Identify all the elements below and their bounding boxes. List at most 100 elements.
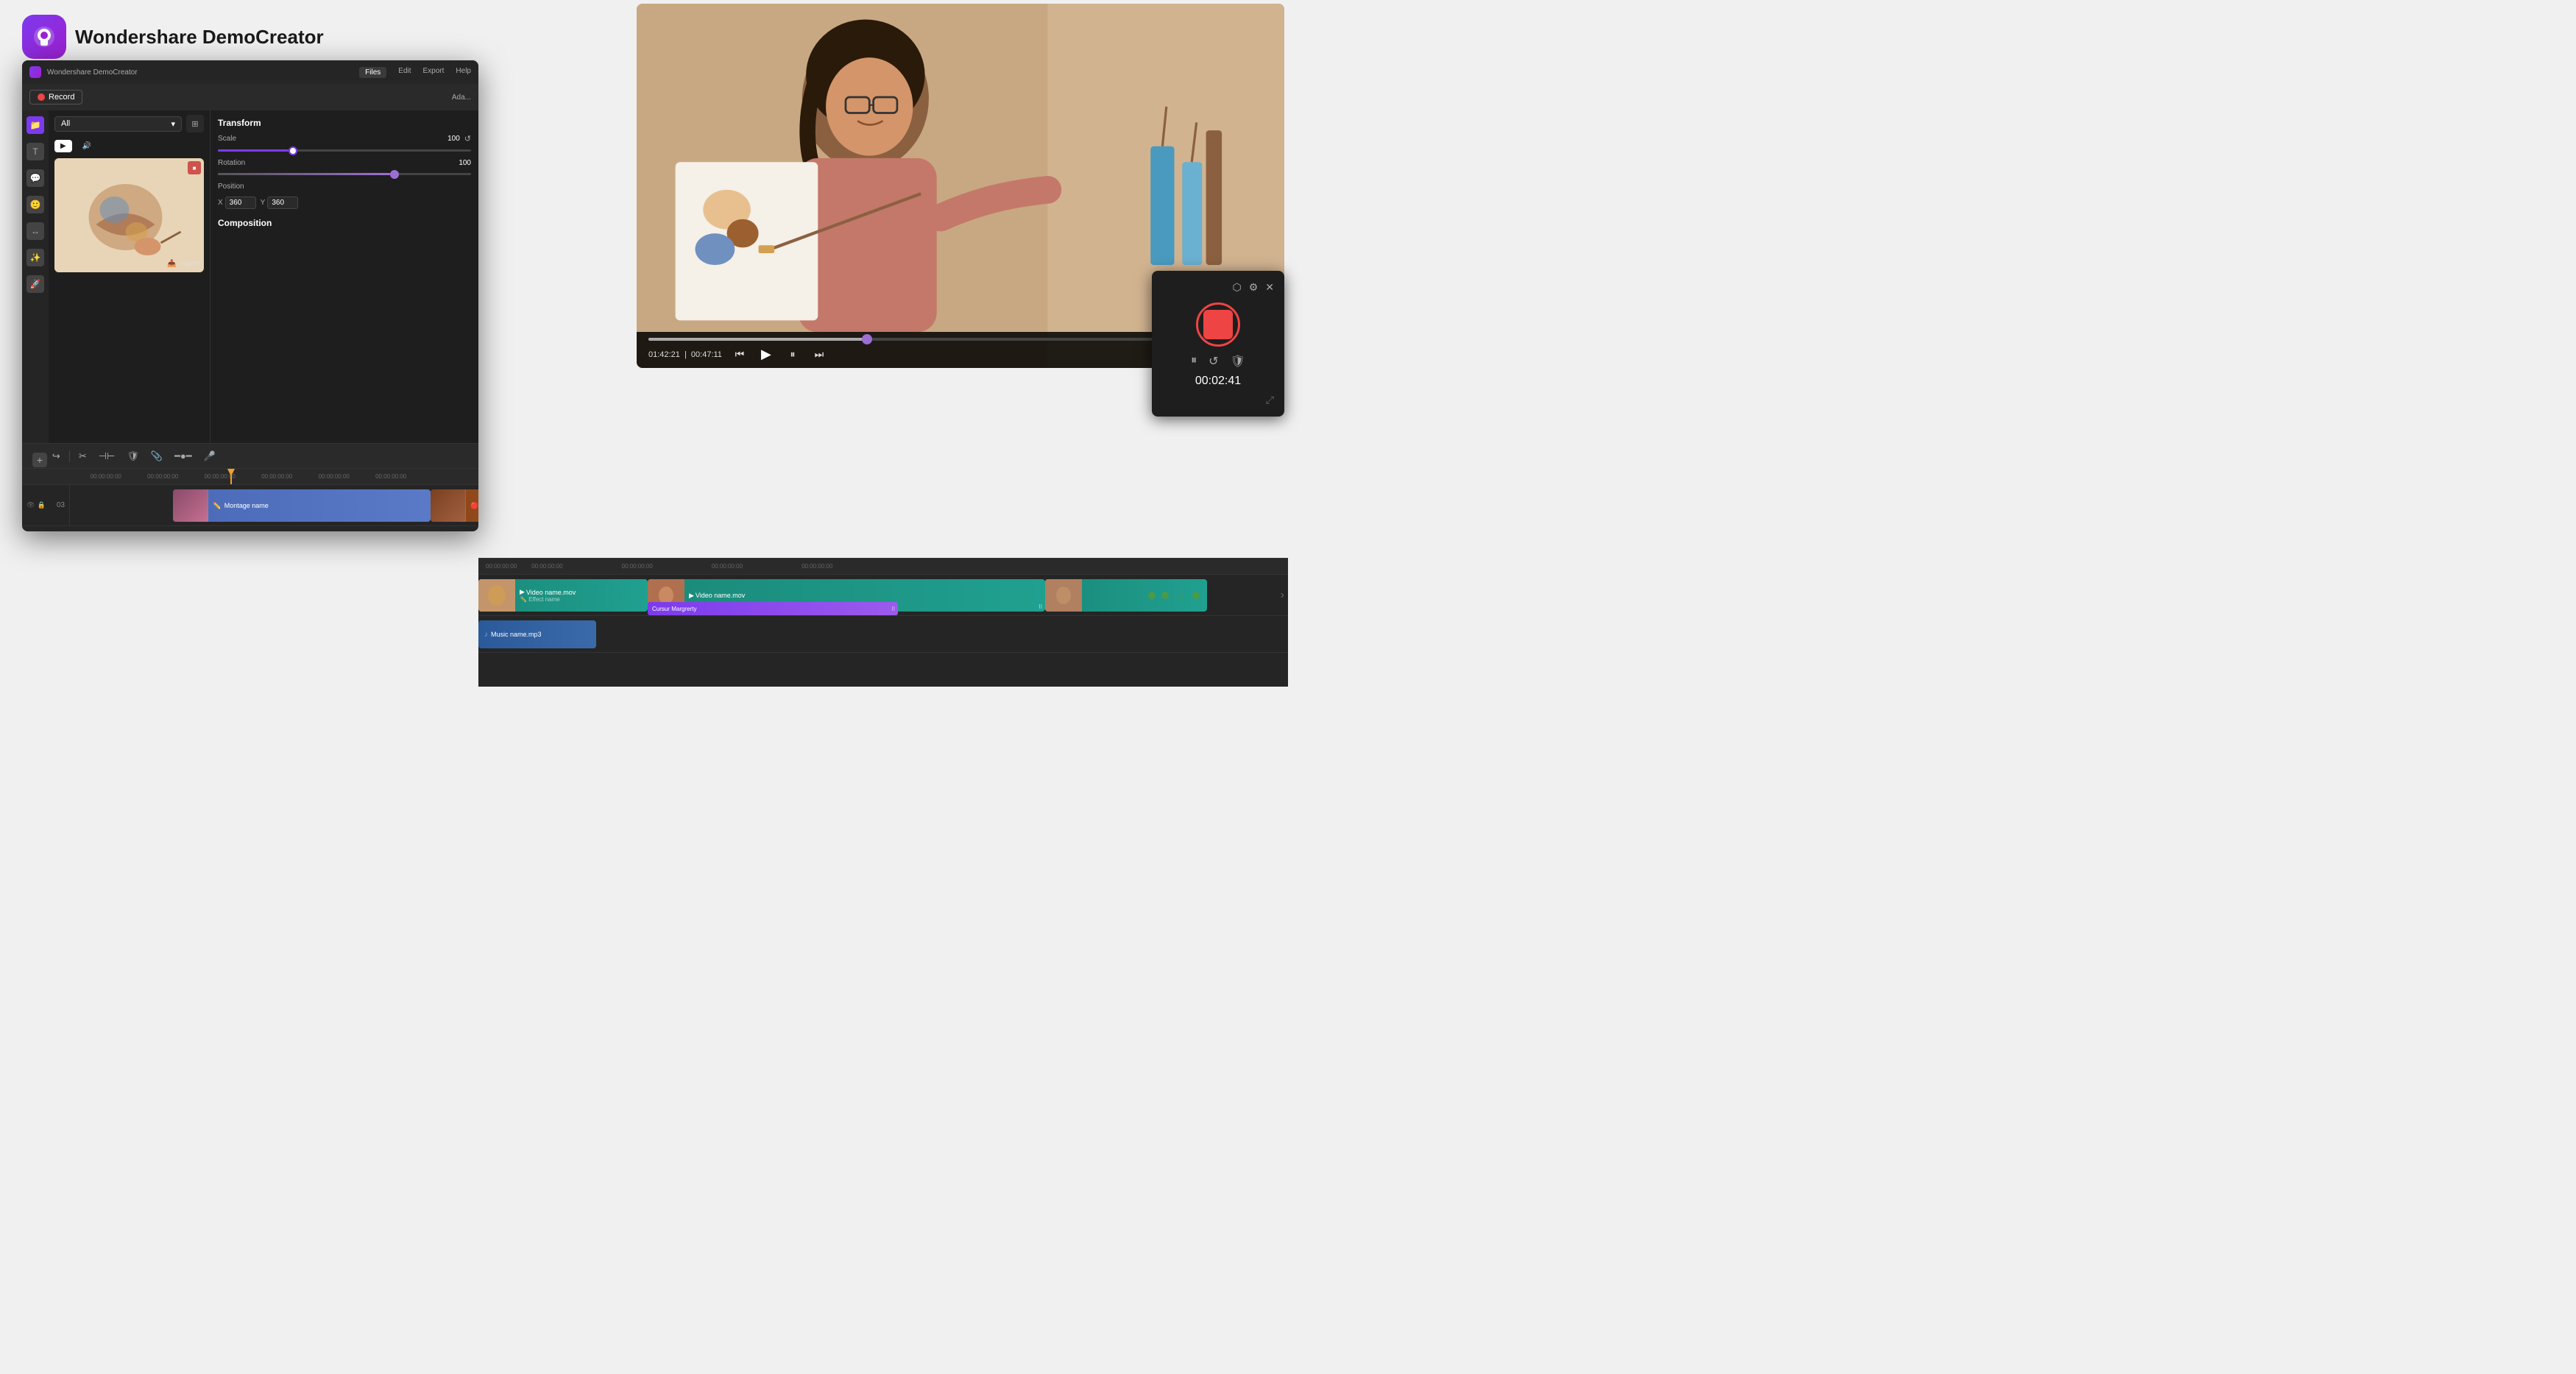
split-button[interactable]: ⊣⊢	[96, 449, 118, 464]
redo-button[interactable]: ↪	[49, 449, 63, 464]
ext-ruler-time: 00:00:00:00	[486, 563, 517, 570]
rotation-slider-thumb[interactable]	[390, 170, 399, 179]
sidebar-icon-emoji[interactable]: 🙂	[26, 196, 44, 213]
app-titlebar: Wondershare DemoCreator Files Edit Expor…	[22, 60, 478, 84]
montage-clip-thumb	[173, 489, 208, 522]
pos-x-input[interactable]	[225, 196, 256, 209]
composition-section-title: Composition	[218, 218, 471, 228]
pause-marker-right: II	[1039, 603, 1042, 610]
menu-files[interactable]: Files	[359, 67, 386, 78]
rotation-row: Rotation 100	[218, 159, 471, 167]
sidebar-icon-effects[interactable]: ✨	[26, 249, 44, 266]
skip-forward-button[interactable]: ⏭	[810, 348, 828, 361]
clip-button[interactable]: 📎	[148, 449, 166, 464]
zoom-slider[interactable]: ━●━	[171, 449, 195, 464]
skip-back-button[interactable]: ⏮	[731, 348, 749, 361]
shield-recording-button[interactable]: 🛡	[1231, 354, 1245, 369]
cursor-clip-name: Cursur Margrerty	[652, 606, 696, 612]
mic-button[interactable]: 🎤	[201, 449, 219, 464]
cursor-clip[interactable]: Cursur Margrerty II	[648, 602, 898, 615]
sidebar-icon-export[interactable]: 🚀	[26, 275, 44, 293]
rotation-slider[interactable]	[218, 173, 471, 175]
external-link-icon[interactable]: ⬡	[1232, 281, 1241, 294]
scale-slider[interactable]	[218, 149, 471, 152]
shield-button[interactable]: 🛡	[124, 449, 142, 464]
recording-timer: 00:02:41	[1162, 375, 1274, 388]
media-panel: All ▾ ⊞ ▶ 🔊 ■	[49, 110, 210, 443]
keyframe-dot-1[interactable]	[1148, 592, 1156, 599]
ruler-mark-4: 00:00:00:00	[249, 473, 306, 480]
ruler-mark-5: 00:00:00:00	[305, 473, 363, 480]
app-toolbar: Record Ada...	[22, 84, 478, 110]
sticker-clip[interactable]: 🔴 Sticker name	[431, 489, 478, 522]
timeline-scroll-right[interactable]: ›	[1281, 589, 1284, 602]
sidebar-icon-chat[interactable]: 💬	[26, 169, 44, 187]
ruler-marks: 00:00:00:00 00:00:00:00 00:00:00:00 00:0…	[77, 473, 420, 480]
media-tab-video[interactable]: ▶	[54, 140, 72, 152]
menu-edit[interactable]: Edit	[398, 67, 411, 78]
app-timeline: ↩ ↪ ✂ ⊣⊢ 🛡 📎 ━●━ 🎤 00:00:00:00 00:00:00:…	[22, 443, 478, 531]
play-button[interactable]: ▶	[757, 347, 775, 362]
track-lock-icon[interactable]: 🔒	[37, 501, 45, 509]
grid-view-button[interactable]: ⊞	[186, 115, 204, 132]
import-label: Import	[179, 260, 199, 268]
ruler-mark-2: 00:00:00:00	[135, 473, 192, 480]
toolbar-divider-1	[69, 450, 70, 462]
montage-clip[interactable]: ✏️ Montage name	[173, 489, 431, 522]
sidebar-icon-transition[interactable]: ↔	[26, 222, 44, 240]
pos-y-input[interactable]	[267, 196, 298, 209]
scale-label: Scale	[218, 135, 258, 143]
pause-button[interactable]: ⏸	[784, 348, 802, 361]
record-button[interactable]: Record	[29, 90, 82, 105]
transform-section-title: Transform	[218, 118, 471, 128]
track-eye-icon[interactable]: 👁	[26, 501, 35, 509]
audio-tab-icon: 🔊	[82, 142, 91, 150]
video-name-2: Video name.mov	[696, 592, 745, 599]
video-clip-3[interactable]: →	[1045, 579, 1207, 612]
sticker-clip-thumb	[431, 489, 466, 522]
sidebar-icon-files[interactable]: 📁	[26, 116, 44, 134]
menu-export[interactable]: Export	[423, 67, 445, 78]
recording-header: ⬡ ⚙ ✕	[1162, 281, 1274, 294]
scale-reset-button[interactable]: ↺	[464, 134, 471, 144]
cursor-end-marker: II	[892, 606, 895, 612]
extended-timeline: 00:00:00:00 00:00:00:00 00:00:00:00 00:0…	[478, 558, 1288, 687]
pos-x-label: X	[218, 199, 223, 207]
sidebar-icon-text[interactable]: T	[26, 143, 44, 160]
pos-x-group: X	[218, 196, 256, 209]
media-tab-audio[interactable]: 🔊	[77, 140, 97, 152]
ext-ruler: 00:00:00:00 00:00:00:00 00:00:00:00 00:0…	[478, 559, 1288, 575]
scale-slider-fill	[218, 149, 289, 152]
scale-slider-thumb[interactable]	[289, 146, 297, 155]
progress-thumb	[862, 334, 872, 344]
expand-icon[interactable]: ⤢	[1266, 394, 1274, 406]
recording-controls: ⏸ ↺ 🛡	[1162, 354, 1274, 369]
pause-recording-button[interactable]: ⏸	[1191, 354, 1197, 369]
video-icon-1: ▶	[520, 588, 525, 596]
media-filter-dropdown[interactable]: All ▾	[54, 116, 182, 132]
rotation-value: 100	[263, 159, 471, 167]
menu-help[interactable]: Help	[456, 67, 471, 78]
keyframe-dot-3[interactable]	[1192, 592, 1200, 599]
rotate-recording-button[interactable]: ↺	[1209, 354, 1218, 369]
music-clip[interactable]: ♪ Music name.mp3	[478, 620, 596, 648]
close-recording-button[interactable]: ✕	[1265, 281, 1274, 294]
sticker-clip-info: 🔴 Sticker name	[466, 500, 478, 511]
add-track-button[interactable]: +	[32, 453, 47, 467]
video-clip-1[interactable]: ▶ Video name.mov ✏️ Effect name	[478, 579, 648, 612]
stop-recording-button[interactable]	[1196, 302, 1240, 347]
crop-button[interactable]: ✂	[76, 449, 90, 464]
chevron-down-icon: ▾	[171, 119, 175, 129]
media-tabs: ▶ 🔊	[49, 137, 210, 155]
keyframe-dot-2[interactable]	[1161, 592, 1169, 599]
scale-row: Scale 100 ↺	[218, 134, 471, 144]
time-display: 01:42:21 | 00:47:11	[648, 350, 722, 359]
import-button[interactable]: 📥 Import	[167, 260, 199, 268]
rotation-label: Rotation	[218, 159, 258, 167]
settings-icon[interactable]: ⚙	[1249, 281, 1259, 294]
app-window: Wondershare DemoCreator Files Edit Expor…	[22, 60, 478, 531]
sticker-icon: 🔴	[470, 502, 478, 509]
adapt-button[interactable]: Ada...	[452, 93, 471, 102]
media-badge-icon: ■	[193, 165, 197, 171]
video-tab-icon: ▶	[60, 142, 66, 150]
